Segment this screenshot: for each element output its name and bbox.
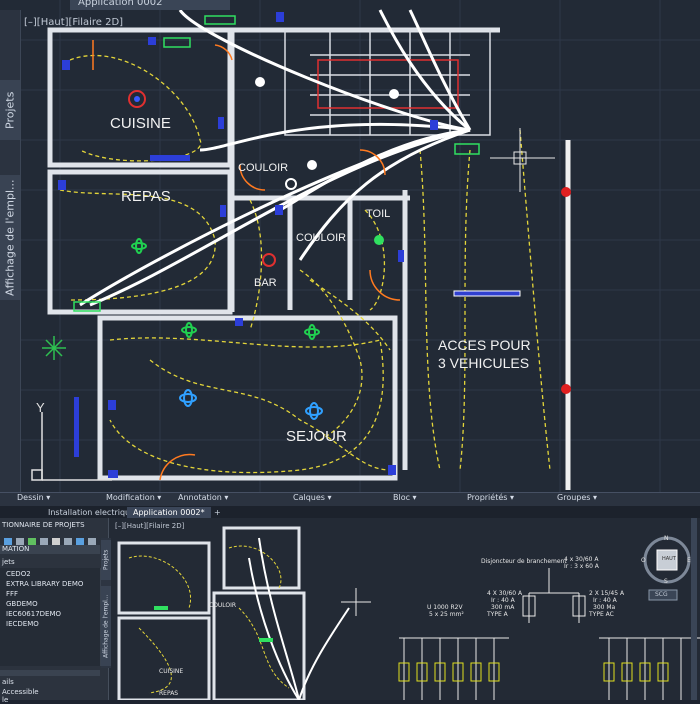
- group2-sensitivity: 300 Ma: [593, 604, 616, 611]
- group1-ir: Ir : 40 A: [491, 597, 515, 604]
- ribbon-panel-annotation[interactable]: Annotation ▾: [178, 493, 228, 502]
- ribbon-panel-bar: Dessin ▾ Modification ▾ Annotation ▾ Cal…: [0, 492, 700, 507]
- window-title: Application 0002: [78, 0, 163, 8]
- room-label-repas: REPAS: [121, 188, 171, 205]
- tab-application-0002[interactable]: Application 0002*: [127, 507, 211, 518]
- viewport-controls-label[interactable]: [–][Haut][Filaire 2D]: [24, 17, 123, 28]
- project-item[interactable]: EXTRA LIBRARY DEMO: [6, 580, 83, 588]
- main-breaker-ir: Ir : 3 x 60 A: [564, 563, 599, 570]
- ribbon-panel-proprietes[interactable]: Propriétés ▾: [467, 493, 514, 502]
- mini-room-repas: REPAS: [159, 690, 179, 697]
- mini-room-cuisine: CUISINE: [159, 668, 184, 675]
- detail-line: Accessible: [2, 688, 39, 696]
- project-manager-title: TIONNAIRE DE PROJETS: [2, 521, 85, 529]
- bottom-tab-affichage[interactable]: Affichage de l'empl...: [101, 586, 111, 666]
- room-label-cuisine: CUISINE: [110, 115, 171, 132]
- project-dropdown[interactable]: MATION: [0, 545, 100, 554]
- group2-type: TYPE AC: [589, 611, 614, 618]
- main-breaker-label: Disjoncteur de branchement: [481, 558, 567, 565]
- ribbon-panel-modification[interactable]: Modification ▾: [106, 493, 161, 502]
- room-label-couloir: COULOIR: [238, 162, 289, 174]
- group2-ir: Ir : 40 A: [593, 597, 617, 604]
- tab-projets[interactable]: Projets: [0, 80, 20, 140]
- cable-type: U 1000 R2V: [427, 604, 463, 611]
- project-item[interactable]: FFF: [6, 590, 18, 598]
- detail-line: le: [2, 696, 9, 704]
- project-item[interactable]: IEC60617DEMO: [6, 610, 61, 618]
- room-label-couloir-2: COULOIR: [296, 232, 347, 244]
- project-item[interactable]: CEDO2: [6, 570, 31, 578]
- viewcube-north[interactable]: N: [664, 535, 669, 542]
- parking-label-line2: 3 VEHICULES: [438, 355, 530, 371]
- ribbon-panel-dessin[interactable]: Dessin ▾: [17, 493, 50, 502]
- details-section-label: ails: [2, 678, 14, 686]
- room-label-sejour: SEJOUR: [286, 428, 347, 445]
- bottom-viewport-label[interactable]: [–][Haut][Filaire 2D]: [115, 522, 184, 530]
- viewcube-west[interactable]: O: [641, 557, 646, 564]
- main-breaker-rating: 4 x 30/60 A: [564, 556, 599, 563]
- bottom-side-panel: Projets Affichage de l'empl...: [101, 538, 111, 668]
- project-list: CEDO2 EXTRA LIBRARY DEMO FFF GBDEMO IEC6…: [0, 568, 100, 666]
- floor-plan: [0, 0, 700, 492]
- group1-rating: 4 X 30/60 A: [487, 590, 523, 597]
- room-label-toilettes: TOIL: [366, 208, 391, 220]
- group2-rating: 2 X 15/45 A: [589, 590, 625, 597]
- top-drawing-viewport[interactable]: Application 0002 Projets Affichage de l'…: [0, 0, 700, 492]
- ribbon-panel-calques[interactable]: Calques ▾: [293, 493, 332, 502]
- bottom-tab-projets[interactable]: Projets: [101, 540, 111, 580]
- ribbon-panel-groupes[interactable]: Groupes ▾: [557, 493, 597, 502]
- left-side-panel: Projets Affichage de l'empl...: [0, 10, 21, 492]
- group1-sensitivity: 300 mA: [491, 604, 515, 611]
- project-manager-palette: TIONNAIRE DE PROJETS MATION jets CEDO2 E…: [0, 518, 109, 704]
- document-tab-bar: Installation electrique* Application 000…: [0, 506, 700, 518]
- ucs-menu[interactable]: SCG: [655, 591, 668, 598]
- project-item[interactable]: GBDEMO: [6, 600, 38, 608]
- project-item[interactable]: IECDEMO: [6, 620, 39, 628]
- group1-type: TYPE A: [487, 611, 508, 618]
- new-tab-button[interactable]: +: [208, 507, 227, 518]
- parking-label-line1: ACCES POUR: [438, 337, 531, 353]
- viewcube-face[interactable]: HAUT: [662, 556, 676, 562]
- projects-section-label: jets: [2, 558, 15, 566]
- bottom-drawing-viewport[interactable]: [–][Haut][Filaire 2D] COULOIR CUISINE RE…: [109, 518, 700, 700]
- viewcube-east[interactable]: E: [687, 557, 691, 564]
- window-title-bar: Application 0002: [70, 0, 230, 10]
- cable-section: 5 x 25 mm²: [429, 611, 464, 618]
- project-manager-toolbar: [2, 532, 98, 546]
- ucs-y-axis-label: Y: [36, 400, 45, 415]
- ribbon-panel-bloc[interactable]: Bloc ▾: [393, 493, 417, 502]
- details-splitter[interactable]: [0, 670, 100, 676]
- mini-room-couloir: COULOIR: [209, 602, 237, 609]
- viewcube-south[interactable]: S: [664, 578, 668, 585]
- room-label-bar: BAR: [254, 277, 277, 289]
- tab-affichage-emplacement[interactable]: Affichage de l'empl...: [0, 175, 20, 300]
